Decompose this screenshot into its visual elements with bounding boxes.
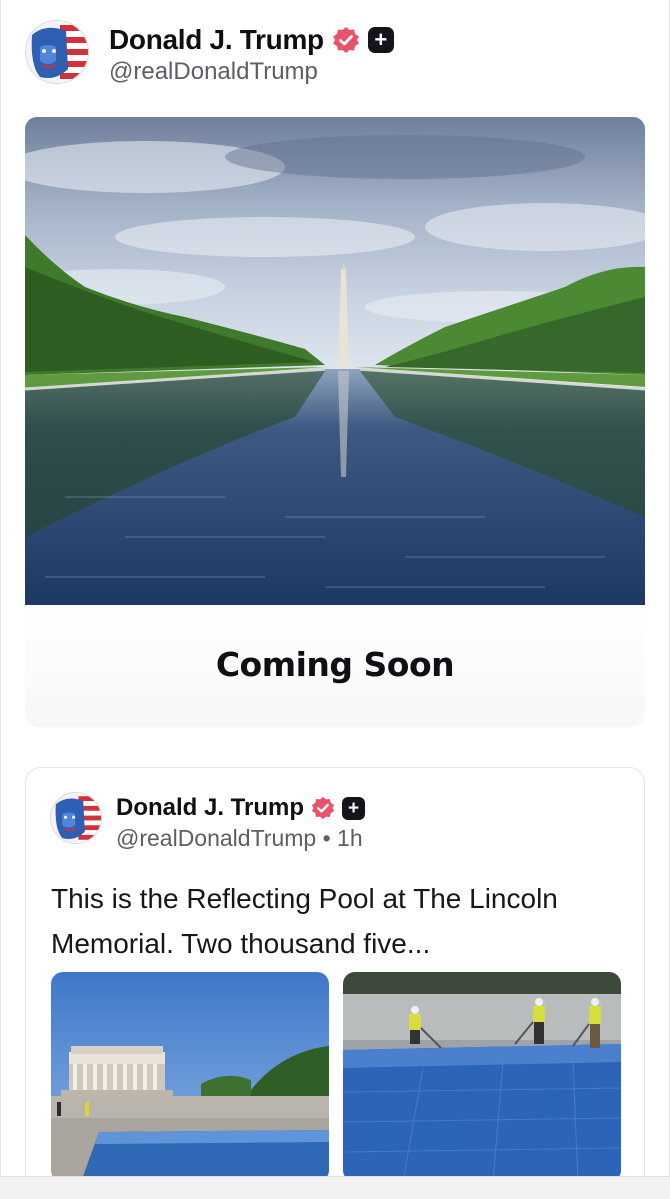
display-name[interactable]: Donald J. Trump (109, 24, 324, 56)
quoted-handle-row: @realDonaldTrump • 1h (116, 825, 365, 852)
plus-badge-icon: + (342, 796, 366, 820)
quoted-post-text[interactable]: This is the Reflecting Pool at The Linco… (51, 876, 631, 966)
workers-painting-pool-thumbnail[interactable] (343, 972, 621, 1182)
post-view: Donald J. Trump + @realDonaldTrump Comin… (0, 0, 670, 1199)
post-image[interactable] (25, 117, 645, 605)
plus-badge-icon: + (367, 27, 394, 53)
verified-badge-icon (311, 796, 335, 820)
quoted-media-grid (51, 972, 621, 1182)
verified-badge-icon (332, 26, 360, 54)
quoted-post-card[interactable]: Donald J. Trump + @realDonaldTrump • 1h (25, 767, 645, 1199)
avatar[interactable] (25, 20, 89, 84)
quoted-avatar[interactable] (50, 792, 102, 844)
post-header: Donald J. Trump + @realDonaldTrump (25, 20, 394, 92)
handle[interactable]: @realDonaldTrump (109, 58, 394, 86)
quoted-author-names: Donald J. Trump + @realDonaldTrump • 1h (116, 794, 366, 852)
quoted-post-header: Donald J. Trump + @realDonaldTrump • 1h (50, 792, 366, 852)
caption-card: Coming Soon (25, 605, 645, 727)
name-row: Donald J. Trump + (109, 24, 394, 56)
left-edge (0, 0, 1, 1199)
separator-dot: • (322, 825, 331, 851)
quoted-name-row: Donald J. Trump + (116, 794, 366, 822)
image-caption: Coming Soon (215, 645, 455, 684)
bottom-bar (0, 1176, 670, 1199)
post-time[interactable]: 1h (337, 825, 363, 851)
author-names: Donald J. Trump + @realDonaldTrump (109, 24, 394, 86)
quoted-display-name[interactable]: Donald J. Trump (116, 794, 304, 822)
lincoln-memorial-thumbnail[interactable] (51, 972, 329, 1182)
quoted-handle[interactable]: @realDonaldTrump (116, 825, 316, 851)
